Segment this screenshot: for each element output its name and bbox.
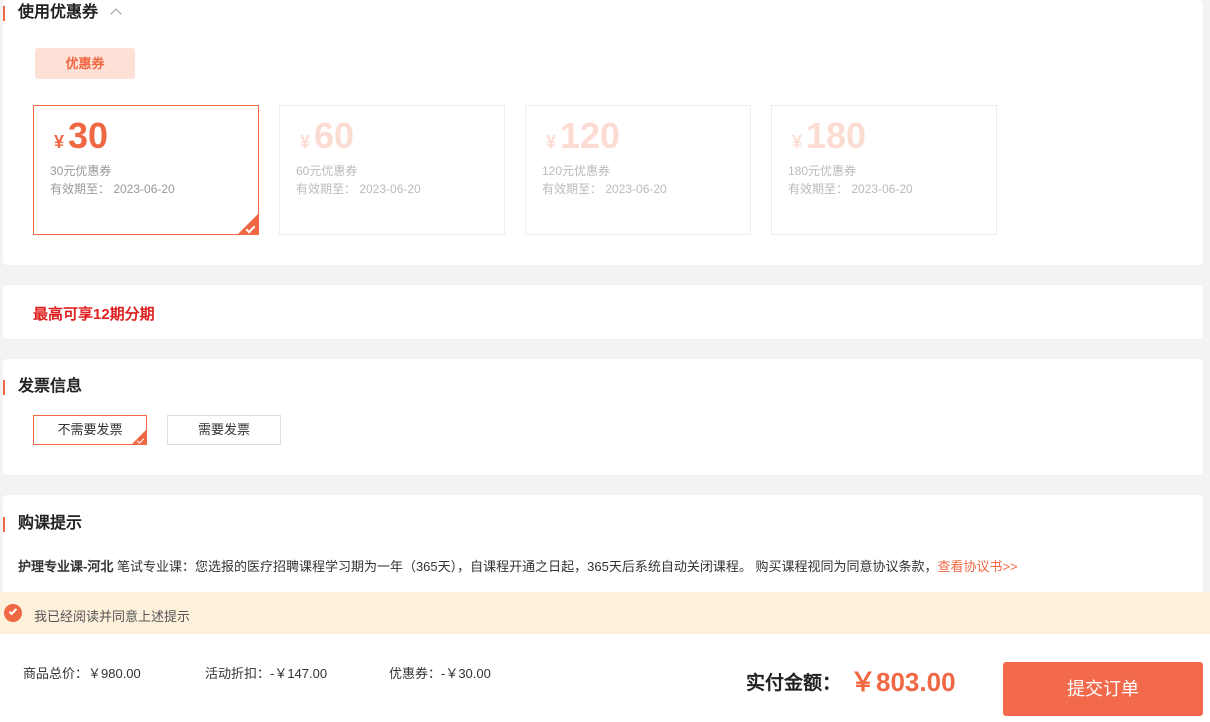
tips-body: 笔试专业课：您选报的医疗招聘课程学习期为一年（365天），自课程开通之日起，36… — [113, 559, 938, 574]
coupon-name: 60元优惠券 — [296, 164, 358, 178]
coupon-card-120[interactable]: ¥120 120元优惠券 有效期至： 2023-06-20 — [525, 105, 751, 235]
coupon-card-180[interactable]: ¥180 180元优惠券 有效期至： 2023-06-20 — [771, 105, 997, 235]
need-invoice-option[interactable]: 需要发票 — [167, 415, 281, 445]
total-label: 实付金额： — [746, 673, 842, 694]
course-name: 护理专业课-河北 — [18, 559, 114, 574]
coupon-section-title: 使用优惠券 — [18, 4, 99, 21]
purchase-tips-section: 购课提示 护理专业课-河北 笔试专业课：您选报的医疗招聘课程学习期为一年（365… — [3, 495, 1203, 595]
coupon-tab[interactable]: 优惠券 — [35, 48, 135, 79]
installment-section: 最高可享12期分期 — [3, 285, 1203, 339]
need-invoice-label: 需要发票 — [197, 422, 250, 437]
submit-order-button[interactable]: 提交订单 — [1003, 662, 1203, 716]
coupon-amount: ¥30 — [54, 115, 109, 156]
tips-title: 购课提示 — [3, 514, 82, 534]
activity-discount: 活动折扣：-￥147.00 — [205, 666, 328, 681]
installment-text: 最高可享12期分期 — [33, 306, 155, 323]
coupon-amount: ¥60 — [300, 115, 355, 156]
invoice-section: 发票信息 不需要发票 需要发票 — [3, 359, 1203, 475]
no-invoice-label: 不需要发票 — [57, 422, 123, 437]
coupon-expiry: 有效期至： 2023-06-20 — [296, 182, 421, 196]
chevron-up-icon[interactable] — [110, 8, 122, 20]
no-invoice-option[interactable]: 不需要发票 — [33, 415, 147, 445]
coupon-name: 30元优惠券 — [50, 164, 112, 178]
coupon-expiry: 有效期至： 2023-06-20 — [788, 182, 913, 196]
coupon-amount: ¥120 — [546, 115, 621, 156]
coupon-card-60[interactable]: ¥60 60元优惠券 有效期至： 2023-06-20 — [279, 105, 505, 235]
subtotal: 商品总价：￥980.00 — [23, 666, 141, 681]
coupon-amount: ¥180 — [792, 115, 867, 156]
agreement-text[interactable]: 我已经阅读并同意上述提示 — [34, 606, 190, 625]
check-icon — [132, 430, 146, 444]
check-icon — [238, 214, 258, 234]
coupon-section: 使用优惠券 优惠券 ¥30 30元优惠券 有效期至： 2023-06-20 ¥6… — [3, 0, 1203, 265]
coupon-name: 120元优惠券 — [542, 164, 611, 178]
coupon-card-30[interactable]: ¥30 30元优惠券 有效期至： 2023-06-20 — [33, 105, 259, 235]
view-agreement-link[interactable]: 查看协议书>> — [937, 559, 1017, 574]
tips-text: 护理专业课-河北 笔试专业课：您选报的医疗招聘课程学习期为一年（365天），自课… — [18, 556, 1018, 575]
coupon-name: 180元优惠券 — [788, 164, 857, 178]
agreement-bar: 我已经阅读并同意上述提示 — [0, 592, 1210, 634]
invoice-title: 发票信息 — [3, 377, 82, 397]
total-value: ￥803.00 — [850, 667, 956, 697]
coupon-discount: 优惠券：-￥30.00 — [389, 666, 491, 681]
order-footer: 商品总价：￥980.00 活动折扣：-￥147.00 优惠券：-￥30.00 实… — [0, 634, 1210, 722]
coupon-expiry: 有效期至： 2023-06-20 — [50, 182, 175, 196]
checked-circle-icon[interactable] — [4, 604, 22, 622]
coupon-section-header[interactable]: 使用优惠券 — [3, 3, 122, 23]
coupon-expiry: 有效期至： 2023-06-20 — [542, 182, 667, 196]
